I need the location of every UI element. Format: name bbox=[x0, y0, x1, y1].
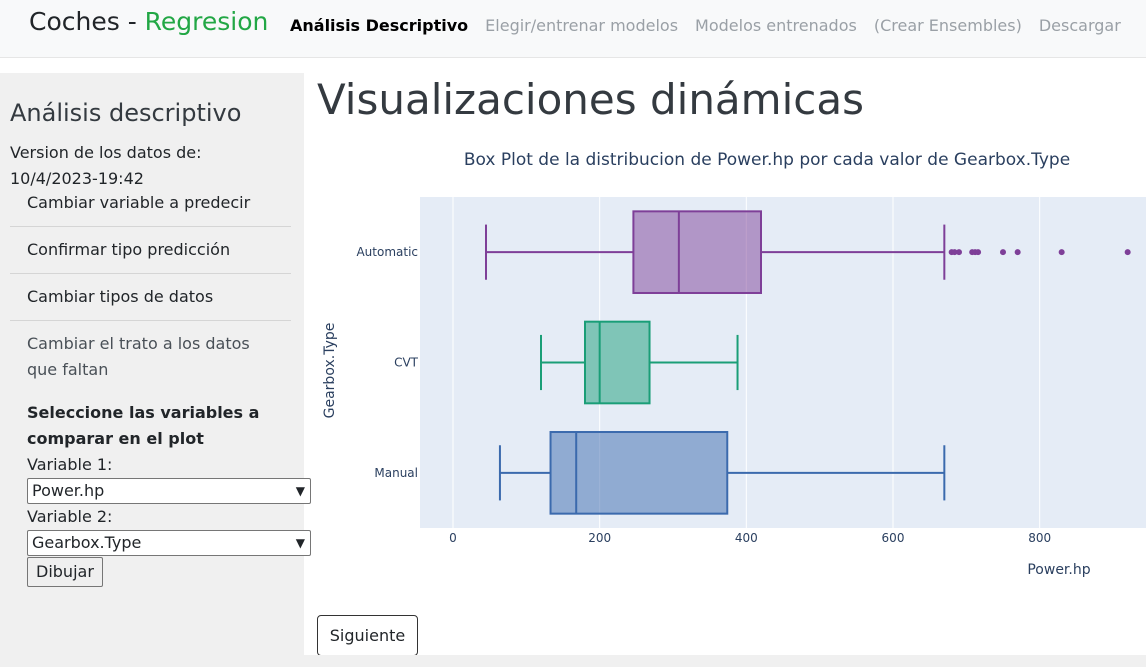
x-tick-label: 600 bbox=[882, 531, 905, 545]
nav-links: Análisis Descriptivo Elegir/entrenar mod… bbox=[290, 16, 1138, 35]
x-tick-label: 200 bbox=[588, 531, 611, 545]
plot-background bbox=[420, 197, 1146, 528]
nav-link-modelos-entrenados[interactable]: Modelos entrenados bbox=[695, 16, 857, 35]
sidebar-item-datos-faltantes[interactable]: Cambiar el trato a los datos que faltan bbox=[10, 321, 291, 393]
boxplot-chart: Box Plot de la distribucion de Power.hp … bbox=[304, 135, 1146, 599]
outlier-point bbox=[956, 249, 962, 256]
sidebar-title: Análisis descriptivo bbox=[10, 99, 242, 127]
outlier-point bbox=[1014, 249, 1021, 256]
outlier-point bbox=[1000, 249, 1006, 256]
brand-prefix: Coches - bbox=[29, 7, 145, 36]
variable1-value: Power.hp bbox=[32, 481, 105, 500]
box-iqr bbox=[632, 210, 762, 294]
top-navbar: Coches - Regresion Análisis Descriptivo … bbox=[0, 0, 1146, 58]
horizontal-scrollbar[interactable] bbox=[304, 655, 1146, 667]
variable1-select[interactable]: Power.hp ▼ bbox=[27, 478, 311, 504]
y-axis-label: Gearbox.Type bbox=[322, 323, 338, 419]
nav-link-descargar[interactable]: Descargar bbox=[1039, 16, 1121, 35]
variable2-label: Variable 2: bbox=[27, 507, 113, 526]
draw-button[interactable]: Dibujar bbox=[27, 557, 103, 587]
outlier-point bbox=[1058, 249, 1065, 256]
sidebar-item-confirmar-tipo[interactable]: Confirmar tipo predicción bbox=[10, 227, 291, 274]
variable2-select[interactable]: Gearbox.Type ▼ bbox=[27, 530, 311, 556]
x-tick-label: 800 bbox=[1028, 531, 1051, 545]
sidebar: Análisis descriptivo Version de los dato… bbox=[0, 73, 311, 667]
sidebar-item-cambiar-tipos[interactable]: Cambiar tipos de datos bbox=[10, 274, 291, 321]
nav-link-elegir-entrenar-modelos[interactable]: Elegir/entrenar modelos bbox=[485, 16, 678, 35]
box-iqr bbox=[584, 320, 651, 405]
variable1-label: Variable 1: bbox=[27, 455, 113, 474]
y-tick-label: CVT bbox=[394, 356, 419, 370]
boxplot-svg: Box Plot de la distribucion de Power.hp … bbox=[322, 150, 1146, 578]
plot-variables-form: Seleccione las variables a comparar en e… bbox=[27, 400, 311, 587]
y-tick-label: Manual bbox=[374, 466, 418, 480]
version-date: 10/4/2023-19:42 bbox=[10, 169, 144, 188]
brand-title[interactable]: Coches - Regresion bbox=[29, 7, 268, 36]
variable2-value: Gearbox.Type bbox=[32, 533, 142, 552]
brand-highlight: Regresion bbox=[144, 7, 269, 36]
y-tick-label: Automatic bbox=[356, 245, 418, 259]
data-version: Version de los datos de: 10/4/2023-19:42 bbox=[10, 140, 290, 192]
sidebar-menu: Cambiar variable a predecir Confirmar ti… bbox=[10, 190, 291, 393]
nav-link-crear-ensembles[interactable]: (Crear Ensembles) bbox=[874, 16, 1022, 35]
chart-title: Box Plot de la distribucion de Power.hp … bbox=[464, 150, 1070, 170]
nav-link-analisis-descriptivo[interactable]: Análisis Descriptivo bbox=[290, 16, 468, 35]
x-axis-label: Power.hp bbox=[1027, 562, 1090, 578]
x-tick-label: 0 bbox=[449, 531, 457, 545]
sidebar-item-cambiar-variable[interactable]: Cambiar variable a predecir bbox=[10, 190, 291, 227]
page-title: Visualizaciones dinámicas bbox=[317, 75, 864, 124]
x-tick-label: 400 bbox=[735, 531, 758, 545]
form-title: Seleccione las variables a comparar en e… bbox=[27, 403, 260, 448]
outlier-point bbox=[975, 249, 982, 256]
outlier-point bbox=[1124, 249, 1131, 256]
next-button[interactable]: Siguiente bbox=[317, 615, 418, 656]
version-label: Version de los datos de: bbox=[10, 143, 202, 162]
